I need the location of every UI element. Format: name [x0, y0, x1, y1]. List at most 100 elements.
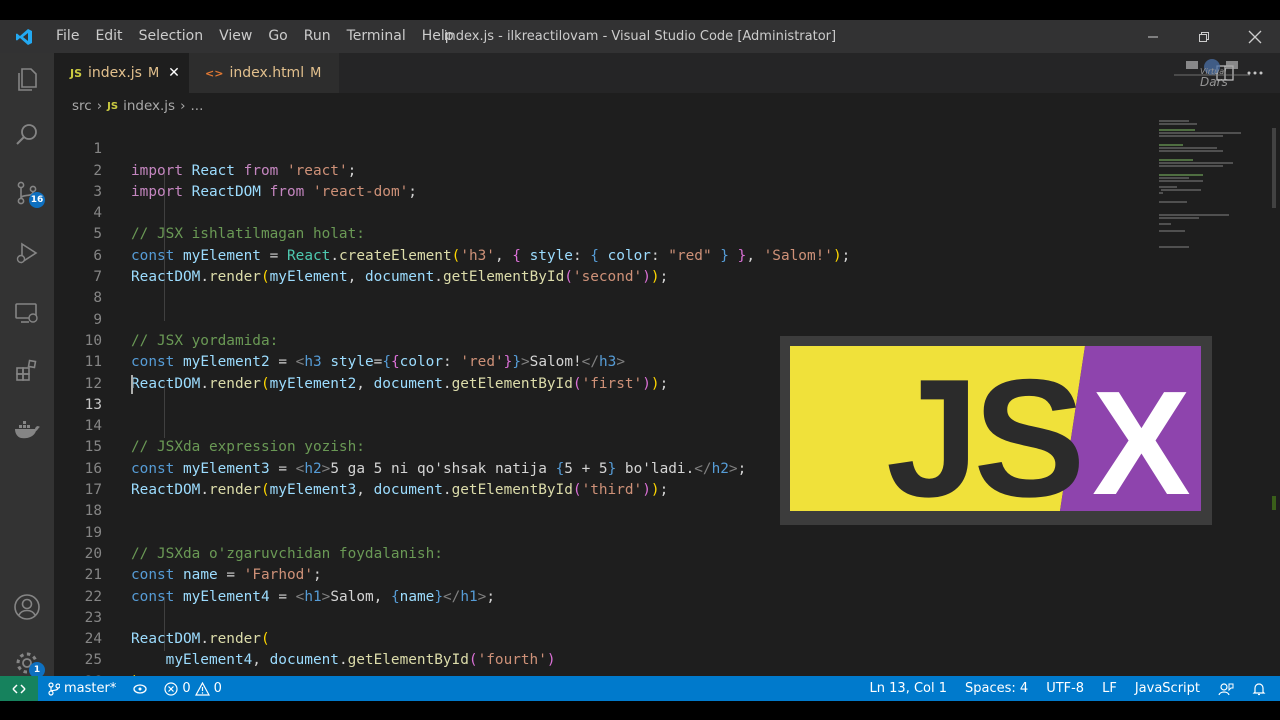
watermark-text-2: Dars	[1200, 75, 1228, 89]
code-line: 2 import ReactDOM from 'react-dom';	[54, 139, 417, 200]
run-debug-button[interactable]	[0, 229, 54, 277]
code-line: 25 );	[54, 629, 149, 689]
tab-label: index.html	[229, 65, 305, 81]
language-mode[interactable]: JavaScript	[1135, 681, 1200, 696]
branch-status[interactable]: master*	[48, 681, 116, 696]
error-icon	[164, 681, 178, 696]
editor-tabs: JS index.js M ✕ <> index.html M Virtual …	[54, 53, 1280, 93]
close-window-button[interactable]	[1229, 20, 1280, 53]
source-control-badge: 16	[29, 192, 45, 208]
tab-index-html[interactable]: <> index.html M	[189, 53, 339, 93]
code-line: 1 import React from 'react';	[54, 118, 356, 178]
code-line: 16 ReactDOM.render(myElement3, document.…	[54, 438, 669, 498]
end-of-line[interactable]: LF	[1102, 681, 1117, 696]
menu-terminal[interactable]: Terminal	[339, 20, 414, 53]
line-content: const myElement2 = <h3 style={{color: 'r…	[131, 354, 625, 371]
vscode-logo-icon	[0, 20, 48, 53]
code-line: 6 ReactDOM.render(myElement, document.ge…	[54, 225, 668, 285]
menu-go[interactable]: Go	[260, 20, 295, 53]
minimap[interactable]	[1155, 118, 1255, 248]
breadcrumb-folder[interactable]: src	[72, 98, 92, 114]
code-line: 4 // JSX ishlatilmagan holat:	[54, 182, 365, 242]
svg-text:JS: JS	[886, 344, 1080, 525]
minimize-icon	[1147, 36, 1158, 37]
indentation[interactable]: Spaces: 4	[965, 681, 1028, 696]
explorer-button[interactable]	[0, 55, 54, 103]
code-line: 11 ReactDOM.render(myElement2, document.…	[54, 331, 669, 391]
breadcrumb-file[interactable]: index.js	[123, 98, 175, 114]
line-content: ReactDOM.render(myElement2, document.get…	[131, 375, 669, 392]
notifications-button[interactable]	[1252, 682, 1266, 696]
extensions-button[interactable]	[0, 347, 54, 395]
code-line: 17	[54, 459, 106, 498]
code-line: 10 const myElement2 = <h3 style={{color:…	[54, 310, 625, 370]
html-file-icon: <>	[205, 66, 224, 80]
menu-help[interactable]: Help	[414, 20, 462, 53]
git-branch-icon	[48, 681, 60, 696]
warning-count: 0	[213, 681, 222, 696]
close-tab-icon[interactable]: ✕	[168, 65, 180, 81]
status-bar: master* 0 0 Ln 13, Col 1 Spaces: 4 UTF-8…	[0, 676, 1280, 701]
editor-scrollbar[interactable]	[1266, 118, 1280, 678]
text-cursor	[131, 374, 133, 394]
window-controls	[1127, 20, 1280, 53]
search-button[interactable]	[0, 111, 54, 159]
code-line: 5 const myElement = React.createElement(…	[54, 203, 850, 263]
source-control-button[interactable]: 16	[0, 169, 54, 217]
close-icon	[1248, 30, 1261, 43]
menu-file[interactable]: File	[48, 20, 87, 53]
menu-view[interactable]: View	[211, 20, 260, 53]
feedback-icon	[1218, 682, 1234, 695]
code-line: 14 // JSXda expression yozish:	[54, 395, 365, 455]
js-file-icon: JS	[70, 66, 83, 80]
scrollbar-thumb[interactable]	[1272, 128, 1276, 208]
tab-label: index.js	[88, 65, 142, 81]
code-line: 19 // JSXda o'zgaruvchidan foydalanish:	[54, 501, 443, 562]
minimize-button[interactable]	[1127, 20, 1178, 53]
tab-index-js[interactable]: JS index.js M ✕	[54, 53, 189, 93]
modified-indicator: M	[310, 65, 322, 81]
code-line: 8	[54, 267, 106, 306]
run-debug-icon	[16, 242, 38, 264]
code-line: 21 const myElement4 = <h1>Salom, {name}<…	[54, 544, 495, 604]
feedback-button[interactable]	[1218, 682, 1234, 696]
menu-bar: File Edit Selection View Go Run Terminal…	[48, 20, 462, 53]
js-file-icon: JS	[107, 100, 119, 112]
explorer-icon	[18, 68, 37, 91]
vscode-window: File Edit Selection View Go Run Terminal…	[0, 20, 1280, 701]
line-content: // JSX ishlatilmagan holat:	[131, 226, 365, 243]
code-line: 20 const name = 'Farhod';	[54, 523, 322, 583]
docker-button[interactable]	[0, 405, 54, 453]
search-icon	[16, 124, 37, 145]
scrollbar-marker	[1272, 496, 1276, 510]
accounts-button[interactable]	[0, 583, 54, 631]
line-content: ReactDOM.render(	[131, 631, 270, 648]
menu-selection[interactable]: Selection	[131, 20, 212, 53]
code-line: 15 const myElement3 = <h2>5 ga 5 ni qo's…	[54, 416, 747, 476]
menu-edit[interactable]: Edit	[87, 20, 130, 53]
extensions-icon	[16, 359, 37, 381]
sync-button[interactable]	[132, 682, 148, 696]
line-content: import React from 'react';	[131, 162, 357, 179]
code-line: 3	[54, 161, 106, 200]
line-content: // JSXda o'zgaruvchidan foydalanish:	[131, 545, 443, 562]
restore-button[interactable]	[1178, 20, 1229, 53]
remote-explorer-icon	[15, 303, 38, 323]
breadcrumb-symbol[interactable]: ...	[190, 98, 203, 114]
menu-run[interactable]: Run	[296, 20, 339, 53]
remote-indicator[interactable]	[0, 676, 38, 701]
modified-indicator: M	[147, 65, 160, 81]
activity-bar: 16 1	[0, 53, 54, 678]
encoding[interactable]: UTF-8	[1046, 681, 1084, 696]
account-icon	[14, 594, 40, 620]
cursor-position[interactable]: Ln 13, Col 1	[870, 681, 947, 696]
docker-icon	[15, 421, 40, 439]
status-left: master* 0 0	[48, 676, 222, 701]
restore-icon	[1198, 31, 1209, 42]
problems-status[interactable]: 0 0	[164, 681, 222, 696]
chevron-right-icon: ›	[180, 98, 186, 114]
code-line: 26	[54, 651, 106, 690]
line-content: const name = 'Farhod';	[131, 567, 322, 584]
sync-icon	[133, 683, 147, 694]
remote-explorer-button[interactable]	[0, 289, 54, 337]
